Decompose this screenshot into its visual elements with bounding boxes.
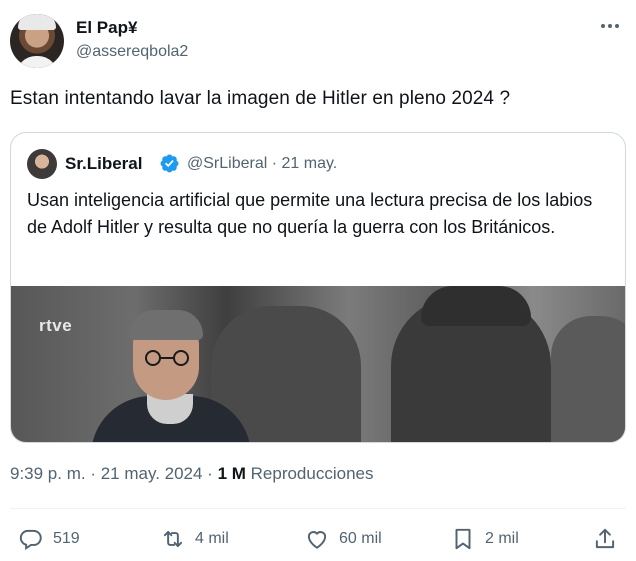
tweet-timestamp[interactable]: 9:39 p. m. · 21 may. 2024 · xyxy=(10,464,218,483)
share-icon xyxy=(595,528,615,549)
bookmark-button[interactable]: 2 mil xyxy=(450,526,519,552)
views-count: 1 M xyxy=(217,464,246,483)
quoted-text: Usan inteligencia artificial que permite… xyxy=(27,190,593,237)
quoted-tweet[interactable]: Sr.Liberal @SrLiberal · 21 may. Usan int… xyxy=(10,132,626,443)
avatar-cap xyxy=(18,14,56,30)
repost-button[interactable]: 4 mil xyxy=(160,526,229,552)
author-name[interactable]: El Pap¥ xyxy=(76,18,137,38)
quoted-handle-time[interactable]: @SrLiberal · 21 may. xyxy=(187,155,337,173)
background-figure xyxy=(551,316,625,442)
tweet-header: El Pap¥ @assereqbola2 xyxy=(10,10,626,70)
repost-count: 4 mil xyxy=(195,530,229,547)
quoted-media-image[interactable]: rtve xyxy=(11,286,625,442)
like-count: 60 mil xyxy=(339,530,382,547)
views-label: Reproducciones xyxy=(245,464,374,483)
reply-icon xyxy=(19,529,42,551)
quoted-author-avatar[interactable] xyxy=(27,149,57,179)
share-button[interactable] xyxy=(592,526,618,552)
quoted-author-name[interactable]: Sr.Liberal xyxy=(65,154,142,174)
divider xyxy=(10,508,626,509)
like-icon xyxy=(307,531,327,549)
like-button[interactable]: 60 mil xyxy=(304,526,382,552)
bookmark-count: 2 mil xyxy=(485,530,519,547)
author-handle[interactable]: @assereqbola2 xyxy=(76,43,188,61)
tweet-meta: 9:39 p. m. · 21 may. 2024 · 1 M Reproduc… xyxy=(10,464,373,484)
more-options-button[interactable] xyxy=(596,16,624,36)
tweet-text: Estan intentando lavar la imagen de Hitl… xyxy=(10,88,511,109)
presenter-glasses xyxy=(145,350,189,366)
presenter-hair xyxy=(129,310,203,340)
avatar-shirt xyxy=(16,56,58,68)
more-icon xyxy=(601,24,605,28)
reply-button[interactable]: 519 xyxy=(18,526,80,552)
action-bar: 519 4 mil 60 mil 2 mil xyxy=(10,524,626,556)
bookmark-icon xyxy=(455,528,471,550)
author-avatar[interactable] xyxy=(10,14,64,68)
verified-badge-icon xyxy=(160,154,179,173)
reply-count: 519 xyxy=(53,530,80,547)
repost-icon xyxy=(163,530,183,548)
background-cap xyxy=(421,286,531,326)
rtve-logo: rtve xyxy=(39,316,73,335)
